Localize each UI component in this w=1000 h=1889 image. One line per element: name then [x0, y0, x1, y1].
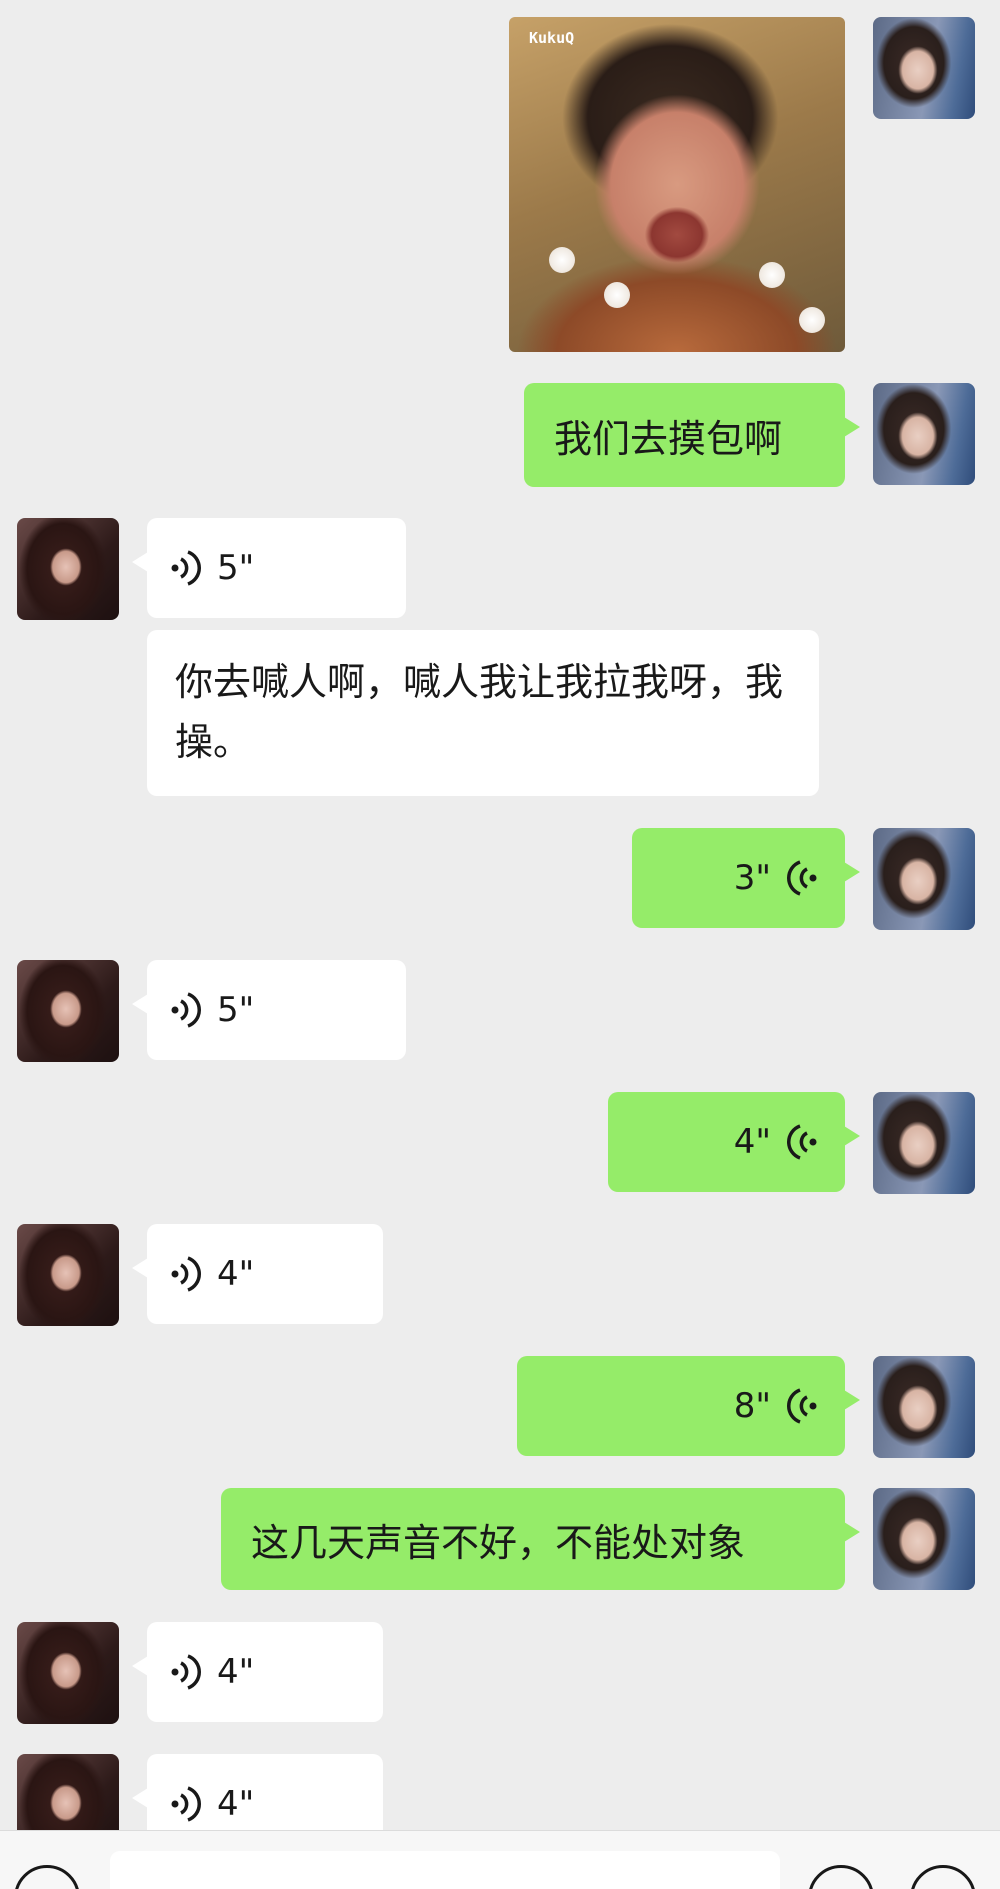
message-text: 这几天声音不好，不能处对象: [251, 1520, 746, 1565]
voice-wave-icon: [787, 1388, 817, 1424]
flower-decoration: [759, 262, 785, 288]
voice-mode-icon[interactable]: [14, 1865, 80, 1889]
voice-message[interactable]: 8": [517, 1356, 860, 1456]
my-avatar[interactable]: [873, 1356, 975, 1458]
voice-duration: 5": [217, 990, 255, 1030]
voice-message[interactable]: 5": [132, 518, 406, 618]
voice-wave-icon: [171, 550, 201, 586]
voice-duration: 4": [217, 1652, 255, 1692]
plus-icon[interactable]: [910, 1865, 976, 1889]
voice-duration: 4": [733, 1122, 771, 1162]
my-avatar[interactable]: [873, 1488, 975, 1590]
flower-decoration: [549, 247, 575, 273]
image-watermark: KukuQ: [529, 29, 575, 47]
voice-message[interactable]: 4": [608, 1092, 860, 1192]
message-text: 你去喊人啊，喊人我让我拉我呀，我操。: [175, 660, 784, 764]
my-avatar[interactable]: [873, 1092, 975, 1194]
voice-message[interactable]: 4": [132, 1224, 383, 1324]
voice-duration: 4": [217, 1254, 255, 1294]
voice-duration: 4": [217, 1784, 255, 1824]
voice-message[interactable]: 4": [132, 1754, 383, 1830]
flower-decoration: [604, 282, 630, 308]
contact-avatar[interactable]: [17, 960, 119, 1062]
voice-wave-icon: [171, 992, 201, 1028]
message-input[interactable]: [110, 1851, 780, 1889]
contact-avatar[interactable]: [17, 1622, 119, 1724]
contact-avatar[interactable]: [17, 518, 119, 620]
voice-wave-icon: [787, 1124, 817, 1160]
chat-area[interactable]: KukuQ 我们去摸包啊 5" 你去喊人啊，喊人我让我拉我呀，我操。 3" 5"…: [0, 0, 1000, 1830]
voice-wave-icon: [787, 860, 817, 896]
voice-wave-icon: [171, 1256, 201, 1292]
emoji-icon[interactable]: [808, 1865, 874, 1889]
contact-avatar[interactable]: [17, 1754, 119, 1830]
voice-message[interactable]: 4": [132, 1622, 383, 1722]
my-avatar[interactable]: [873, 828, 975, 930]
voice-wave-icon: [171, 1654, 201, 1690]
my-text-bubble[interactable]: 这几天声音不好，不能处对象: [221, 1488, 860, 1590]
voice-message[interactable]: 5": [132, 960, 406, 1060]
voice-duration: 5": [217, 548, 255, 588]
voice-wave-icon: [171, 1786, 201, 1822]
input-bar: [0, 1830, 1000, 1889]
my-avatar[interactable]: [873, 17, 975, 119]
flower-decoration: [799, 307, 825, 333]
voice-duration: 8": [733, 1386, 771, 1426]
contact-avatar[interactable]: [17, 1224, 119, 1326]
voice-message[interactable]: 3": [632, 828, 860, 928]
my-avatar[interactable]: [873, 383, 975, 485]
voice-duration: 3": [733, 858, 771, 898]
message-text: 我们去摸包啊: [554, 416, 783, 461]
image-message[interactable]: KukuQ: [509, 17, 845, 352]
my-text-bubble[interactable]: 我们去摸包啊: [524, 383, 860, 487]
contact-text-bubble[interactable]: 你去喊人啊，喊人我让我拉我呀，我操。: [147, 630, 819, 796]
